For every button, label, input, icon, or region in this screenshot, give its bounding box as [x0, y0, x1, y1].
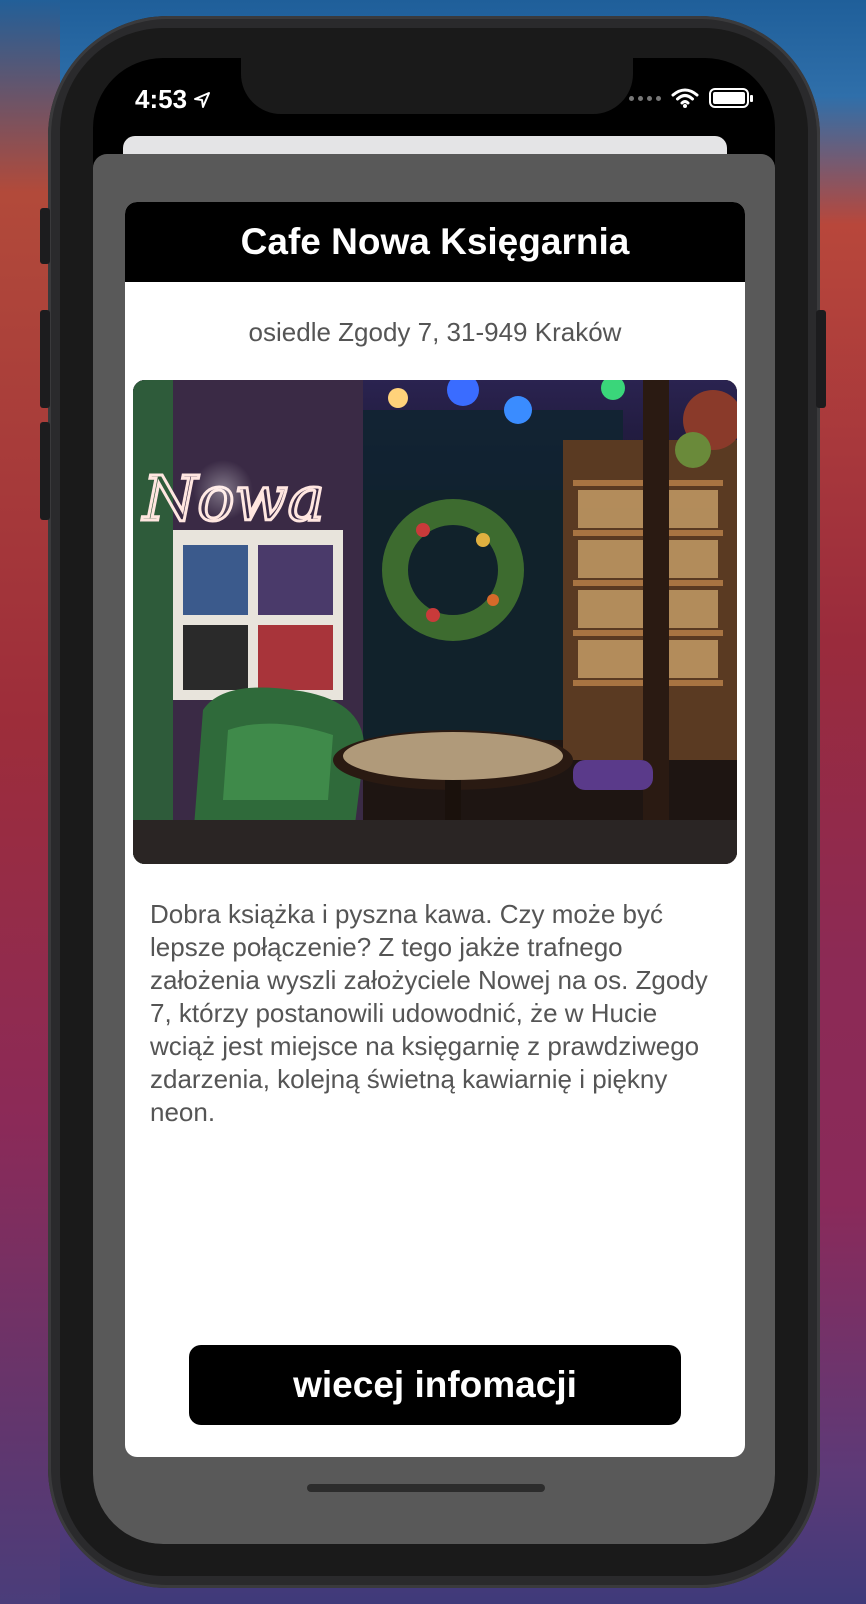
- location-arrow-icon: [194, 91, 211, 108]
- cellular-signal-icon: [629, 95, 661, 101]
- more-info-button[interactable]: wiecej infomacji: [189, 1345, 681, 1425]
- place-description: Dobra książka i pyszna kawa. Czy może by…: [150, 899, 708, 1127]
- cafe-photo-illustration: Nowa: [133, 380, 737, 864]
- mute-switch: [40, 208, 50, 264]
- wifi-icon: [671, 88, 699, 108]
- status-bar-indicators: [629, 88, 753, 108]
- volume-down-button: [40, 422, 50, 520]
- battery-icon: [709, 88, 753, 108]
- card-header: Cafe Nowa Księgarnia: [125, 202, 745, 282]
- place-address: osiedle Zgody 7, 31-949 Kraków: [248, 317, 622, 347]
- cafe-interior-photo: Nowa: [133, 380, 737, 864]
- volume-up-button: [40, 310, 50, 408]
- place-card: Cafe Nowa Księgarnia osiedle Zgody 7, 31…: [125, 202, 745, 1457]
- notch: [241, 58, 633, 114]
- screen: 4:53 Cafe Nowa Księgarnia osiedle Zgody …: [93, 58, 775, 1544]
- time-label: 4:53: [135, 84, 188, 114]
- power-button: [816, 310, 826, 408]
- modal-sheet: Cafe Nowa Księgarnia osiedle Zgody 7, 31…: [93, 154, 775, 1544]
- home-indicator[interactable]: [307, 1484, 545, 1492]
- status-bar-time: 4:53: [135, 84, 211, 115]
- place-title: Cafe Nowa Księgarnia: [240, 221, 630, 262]
